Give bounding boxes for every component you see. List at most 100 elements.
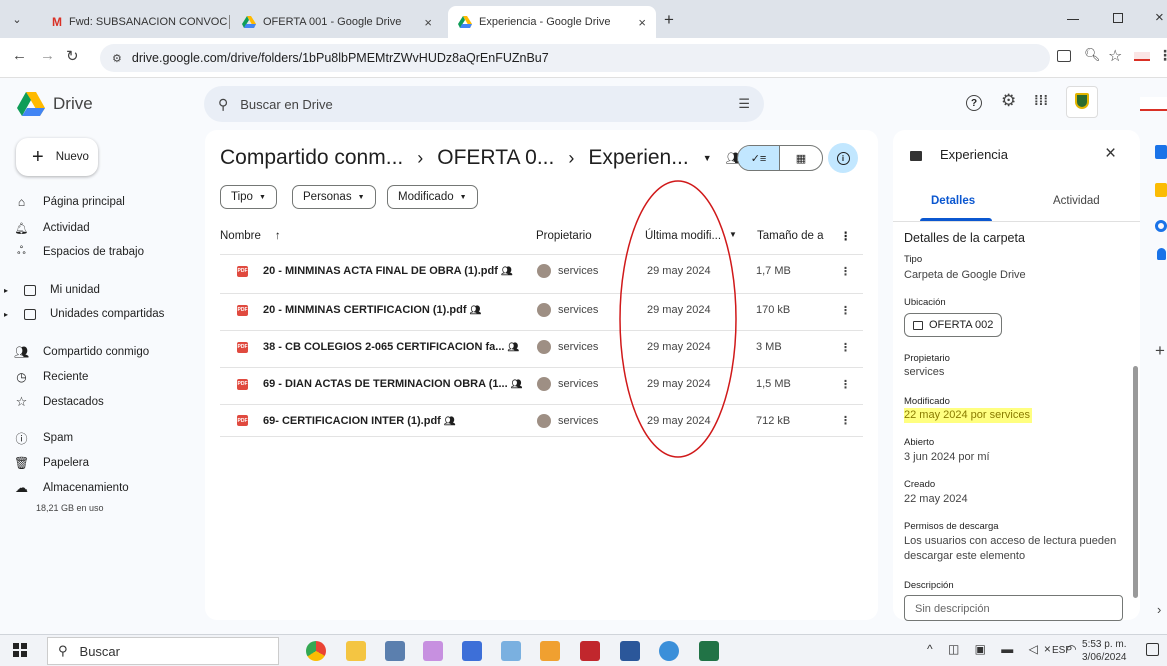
add-addon-icon[interactable]: + xyxy=(1155,341,1165,361)
reload-button[interactable]: ↻ xyxy=(66,47,79,65)
row-more-icon[interactable]: ⋮ xyxy=(840,304,851,317)
forward-button[interactable]: → xyxy=(40,47,55,64)
column-name[interactable]: Nombre ↑ xyxy=(220,230,281,242)
expand-side-panel-icon[interactable]: › xyxy=(1157,602,1161,617)
cast-icon[interactable] xyxy=(1057,50,1071,62)
notifications-icon[interactable] xyxy=(1146,643,1159,656)
back-button[interactable]: ← xyxy=(12,47,27,64)
row-more-icon[interactable]: ⋮ xyxy=(840,341,851,354)
address-bar[interactable]: ⚙ drive.google.com/drive/folders/1bPu8lb… xyxy=(100,44,1050,72)
table-row[interactable]: PDF 69 - DIAN ACTAS DE TERMINACION OBRA … xyxy=(220,367,863,400)
sidebar-item-shared-with-me[interactable]: 👥︎ Compartido conmigo xyxy=(14,340,149,364)
search-box[interactable]: ⚲ Buscar en Drive ☰ xyxy=(204,86,764,122)
clock[interactable]: 5:53 p. m. 3/06/2024 xyxy=(1082,638,1127,664)
row-more-icon[interactable]: ⋮ xyxy=(840,414,851,427)
org-logo-icon[interactable] xyxy=(1066,86,1098,118)
info-button[interactable]: i xyxy=(828,143,858,173)
close-tab-icon[interactable]: × xyxy=(638,15,646,30)
sidebar-item-storage[interactable]: ☁︎ Almacenamiento xyxy=(14,476,129,500)
drive-logo-text[interactable]: Drive xyxy=(53,94,93,114)
word-icon[interactable] xyxy=(620,641,640,661)
column-size[interactable]: Tamaño de a xyxy=(757,230,824,242)
expand-arrow-icon[interactable]: ▸ xyxy=(4,286,10,295)
app-icon[interactable] xyxy=(501,641,521,661)
taskbar-search[interactable]: ⚲ Buscar xyxy=(47,637,279,665)
zoom-icon[interactable]: 🔍︎ xyxy=(1084,47,1101,63)
new-button[interactable]: + Nuevo xyxy=(16,138,98,176)
sort-arrow-up-icon[interactable]: ↑ xyxy=(275,230,281,242)
sidebar-item-starred[interactable]: ☆ Destacados xyxy=(14,390,104,414)
sidebar-item-trash[interactable]: 🗑︎ Papelera xyxy=(14,451,89,475)
drive-logo-icon[interactable] xyxy=(17,92,45,116)
windows-start-icon[interactable] xyxy=(13,643,27,657)
close-panel-icon[interactable]: × xyxy=(1105,143,1116,165)
help-icon[interactable]: ? xyxy=(966,95,982,111)
acrobat-icon[interactable] xyxy=(580,641,600,661)
breadcrumb-current[interactable]: Experien... xyxy=(588,146,688,170)
sidebar-item-shared-drives[interactable]: ▸ Unidades compartidas xyxy=(4,302,164,326)
close-window-button[interactable]: × xyxy=(1155,9,1164,26)
table-row[interactable]: PDF 38 - CB COLEGIOS 2-065 CERTIFICACION… xyxy=(220,330,863,363)
grid-view-button[interactable]: ▦ xyxy=(780,146,822,170)
filter-type[interactable]: Tipo ▼ xyxy=(220,185,277,209)
new-tab-button[interactable]: + xyxy=(664,10,674,30)
tab-activity[interactable]: Actividad xyxy=(1053,195,1100,207)
sidebar-item-activity[interactable]: 🔔︎ Actividad xyxy=(14,216,90,240)
location-chip[interactable]: OFERTA 002 xyxy=(904,313,1003,337)
filter-people[interactable]: Personas ▼ xyxy=(292,185,376,209)
sidebar-item-workspaces[interactable]: ஃ Espacios de trabajo xyxy=(14,240,144,264)
contacts-icon[interactable] xyxy=(1157,248,1166,260)
search-input[interactable]: Buscar en Drive xyxy=(240,97,726,112)
expand-arrow-icon[interactable]: ▸ xyxy=(4,310,10,319)
list-view-button[interactable]: ✓≡ xyxy=(738,146,781,170)
tab-details[interactable]: Detalles xyxy=(931,195,975,207)
column-owner[interactable]: Propietario xyxy=(536,230,592,242)
keep-icon[interactable] xyxy=(1155,183,1167,197)
settings-gear-icon[interactable]: ⚙ xyxy=(1001,91,1016,111)
sidebar-item-my-drive[interactable]: ▸ Mi unidad xyxy=(4,278,100,302)
search-icon[interactable]: ⚲ xyxy=(218,96,228,113)
info-icon: i xyxy=(836,151,850,165)
app-icon[interactable] xyxy=(385,641,405,661)
bookmark-star-icon[interactable]: ☆ xyxy=(1108,46,1122,66)
tab-drive-oferta[interactable]: OFERTA 001 - Google Drive × xyxy=(232,6,442,38)
snipping-tool-icon[interactable] xyxy=(423,641,443,661)
row-more-icon[interactable]: ⋮ xyxy=(840,378,851,391)
table-row[interactable]: PDF 20 - MINMINAS CERTIFICACION (1).pdf … xyxy=(220,293,863,326)
file-owner: services xyxy=(537,303,598,317)
apps-grid-icon[interactable]: ⁞⁞⁞ xyxy=(1034,92,1048,108)
file-explorer-icon[interactable] xyxy=(346,641,366,661)
search-filter-icon[interactable]: ☰ xyxy=(738,96,750,112)
panel-scrollbar[interactable] xyxy=(1133,366,1138,598)
filter-modified[interactable]: Modificado ▼ xyxy=(387,185,478,209)
site-settings-icon[interactable]: ⚙ xyxy=(112,52,122,65)
excel-icon[interactable] xyxy=(699,641,719,661)
row-more-icon[interactable]: ⋮ xyxy=(840,265,851,278)
column-options-icon[interactable]: ⋮ xyxy=(840,229,852,243)
chrome-profile-icon[interactable] xyxy=(659,641,679,661)
tasks-icon[interactable] xyxy=(1155,220,1167,232)
tab-gmail[interactable]: M Fwd: SUBSANACION CONVOCA × xyxy=(42,6,227,38)
language-indicator[interactable]: ESP xyxy=(1052,645,1072,656)
sidebar-item-recent[interactable]: ◷ Reciente xyxy=(14,365,88,389)
app-icon[interactable] xyxy=(540,641,560,661)
close-tab-icon[interactable]: × xyxy=(424,15,432,30)
minimize-button[interactable] xyxy=(1067,19,1079,20)
tab-search-icon[interactable]: ⌄ xyxy=(8,10,26,28)
table-row[interactable]: PDF 69- CERTIFICACION INTER (1).pdf 👥︎ s… xyxy=(220,404,863,437)
security-shield-icon[interactable] xyxy=(462,641,482,661)
tab-drive-experiencia[interactable]: Experiencia - Google Drive × xyxy=(448,6,656,38)
table-row[interactable]: PDF 20 - MINMINAS ACTA FINAL DE OBRA (1)… xyxy=(220,254,863,287)
browser-menu-icon[interactable]: ⋮ xyxy=(1158,47,1167,64)
calendar-icon[interactable] xyxy=(1155,145,1167,159)
chrome-icon[interactable] xyxy=(306,641,326,661)
sidebar-item-home[interactable]: ⌂ Página principal xyxy=(14,190,125,214)
description-input[interactable]: Sin descripción xyxy=(904,595,1123,621)
sidebar-item-spam[interactable]: ⓘ Spam xyxy=(14,426,73,450)
restore-button[interactable] xyxy=(1113,13,1123,23)
folder-menu-arrow-icon[interactable]: ▼ xyxy=(703,153,712,163)
profile-icon[interactable] xyxy=(1134,52,1150,61)
account-avatar[interactable] xyxy=(1140,97,1167,111)
breadcrumb-item[interactable]: OFERTA 0... xyxy=(437,146,554,170)
breadcrumb-item[interactable]: Compartido conm... xyxy=(220,146,403,170)
